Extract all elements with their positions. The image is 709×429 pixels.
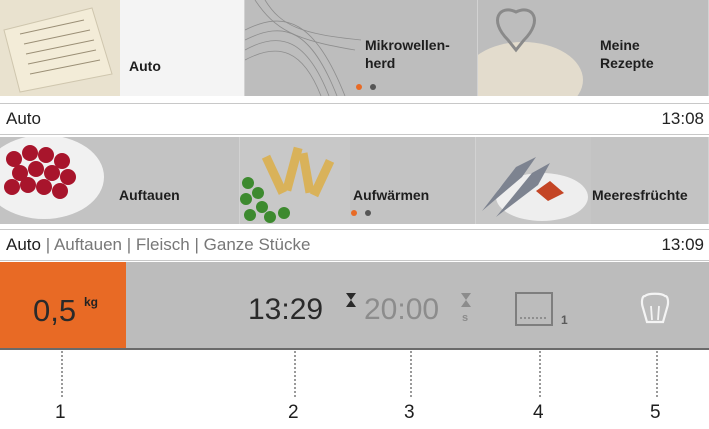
category-row: Auftauen Aufwärmen Meeresfrüchte [0, 137, 709, 224]
clock: 13:08 [661, 109, 704, 128]
tile-auto[interactable]: Auto [0, 0, 245, 96]
hourglass-icon [461, 293, 471, 307]
page-indicator [356, 84, 376, 90]
page-dot [365, 210, 371, 216]
breadcrumb-separator: | [194, 235, 199, 254]
tile-label: Meeresfrüchte [592, 187, 688, 203]
breadcrumb-separator: | [126, 235, 132, 254]
tile-label: Aufwärmen [353, 187, 430, 203]
tile-microwave[interactable]: Mikrowellen- herd [245, 0, 478, 96]
main-menu-row: Auto Mikrowellen- herd Meine Rezepte [0, 0, 709, 96]
duration-unit: s [462, 312, 469, 324]
callout-guide [61, 351, 63, 397]
breadcrumb-item-auto[interactable]: Auto [6, 235, 41, 254]
fish-plate-image [476, 137, 591, 224]
callout-guide [294, 351, 296, 397]
tile-defrost[interactable]: Auftauen [0, 137, 240, 224]
tile-label: Auto [129, 58, 161, 74]
tile-label: Auftauen [119, 187, 180, 203]
breadcrumb-item-fleisch[interactable]: Fleisch [136, 235, 190, 254]
raspberry-bowl-image [0, 137, 104, 219]
clock: 13:09 [661, 235, 704, 254]
callout-number-2: 2 [288, 402, 299, 423]
tile-label: Meine Rezepte [600, 37, 654, 71]
callout-number-3: 3 [404, 402, 415, 423]
breadcrumb-separator: | [45, 235, 51, 254]
end-time-value[interactable]: 13:29 [248, 293, 323, 327]
tile-my-recipes[interactable]: Meine Rezepte [478, 0, 709, 96]
weight-setting[interactable]: 0,5 kg [0, 262, 126, 348]
tile-reheat[interactable]: Aufwärmen [240, 137, 476, 224]
recipe-paper-image [0, 0, 120, 96]
callout-guide [539, 351, 541, 397]
chef-hat-icon[interactable] [640, 292, 670, 326]
page-dot-active [351, 210, 357, 216]
oven-level-icon[interactable] [515, 292, 555, 328]
fries-peas-image [240, 137, 350, 224]
breadcrumb-item-auftauen[interactable]: Auftauen [54, 235, 122, 254]
page-dot-active [356, 84, 362, 90]
weight-unit: kg [84, 295, 99, 309]
microwave-waves-image [245, 0, 362, 96]
page-dot [370, 84, 376, 90]
title-bar: Auto 13:08 [0, 103, 709, 135]
callout-guide [410, 351, 412, 397]
callout-number-5: 5 [650, 402, 661, 423]
callout-number-4: 4 [533, 402, 544, 423]
tile-seafood[interactable]: Meeresfrüchte [476, 137, 709, 224]
hourglass-icon [346, 293, 356, 307]
status-bar: 0,5 kg 13:29 20:00 s 1 [0, 262, 709, 350]
callout-guide [656, 351, 658, 397]
breadcrumb-bar: Auto | Auftauen | Fleisch | Ganze Stücke… [0, 229, 709, 261]
page-title: Auto [6, 109, 41, 128]
tile-label: Mikrowellen- herd [365, 37, 450, 71]
duration-value[interactable]: 20:00 [364, 293, 439, 327]
callout-number-1: 1 [55, 402, 66, 423]
breadcrumb: Auto | Auftauen | Fleisch | Ganze Stücke [6, 235, 310, 255]
oven-level-value: 1 [561, 313, 568, 327]
breadcrumb-item-ganze-stuecke[interactable]: Ganze Stücke [204, 235, 311, 254]
flour-heart-image [478, 8, 583, 96]
weight-value: 0,5 [33, 293, 77, 328]
page-indicator [351, 210, 371, 216]
